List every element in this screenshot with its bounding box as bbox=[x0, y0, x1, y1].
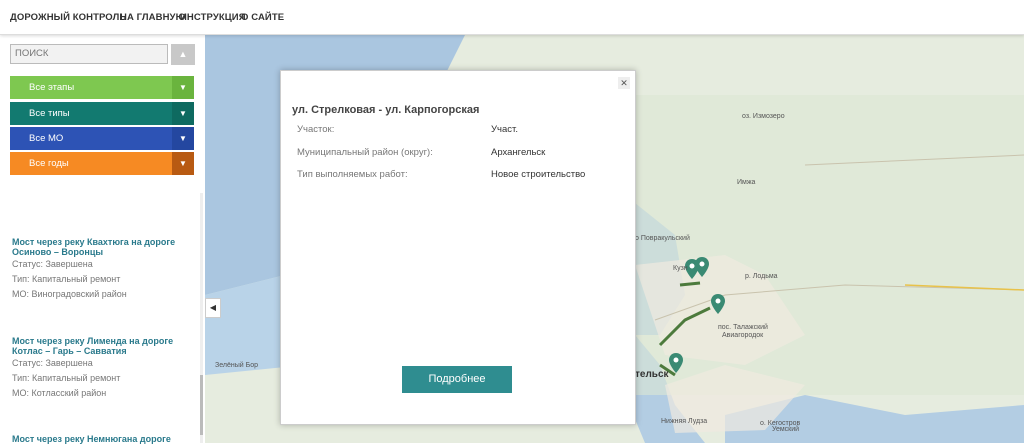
map-label: Имжа bbox=[737, 179, 756, 186]
nav-about-link[interactable]: О САЙТЕ bbox=[241, 12, 284, 23]
list-item[interactable]: Мост через реку Лименда на дороге Котлас… bbox=[12, 336, 192, 401]
details-button[interactable]: Подробнее bbox=[402, 366, 512, 393]
filter-stages-label: Все этапы bbox=[29, 82, 75, 93]
filter-types-label: Все типы bbox=[29, 108, 70, 119]
map-label: р. Лодьма bbox=[745, 273, 778, 280]
map-label: Авиагородок bbox=[722, 332, 764, 339]
chevron-down-icon: ▼ bbox=[172, 127, 194, 150]
list-item-mo: МО: Котласский район bbox=[12, 388, 107, 398]
map-label: Кузн bbox=[673, 265, 688, 272]
map-pin-icon[interactable] bbox=[711, 294, 725, 316]
nav-instructions-link[interactable]: ИНСТРУКЦИЯ bbox=[180, 12, 246, 23]
modal-row-value: Участ. bbox=[491, 124, 518, 135]
filter-mo-dropdown[interactable]: Все МО ▼ bbox=[10, 127, 194, 150]
map-label: оз. Измозеро bbox=[742, 113, 785, 120]
search-box: ▲ bbox=[10, 44, 195, 66]
list-item-title[interactable]: Мост через реку Лименда на дороге Котлас… bbox=[12, 336, 192, 356]
modal-row-label: Муниципальный район (округ): bbox=[297, 147, 433, 158]
search-button[interactable]: ▲ bbox=[171, 44, 195, 65]
nav-home-link[interactable]: НА ГЛАВНУЮ bbox=[120, 12, 185, 23]
modal-row-value: Архангельск bbox=[491, 147, 546, 158]
chevron-left-icon: ◀ bbox=[209, 303, 217, 312]
list-item-type: Тип: Капитальный ремонт bbox=[12, 274, 121, 284]
map-label: Нижняя Лудза bbox=[661, 418, 708, 425]
modal-title: ул. Стрелковая - ул. Карпогорская bbox=[292, 104, 480, 116]
filter-years-label: Все годы bbox=[29, 158, 69, 169]
chevron-down-icon: ▼ bbox=[172, 102, 194, 125]
nav-brand-link[interactable]: ДОРОЖНЫЙ КОНТРОЛЬ bbox=[10, 12, 126, 23]
filter-types-dropdown[interactable]: Все типы ▼ bbox=[10, 102, 194, 125]
top-navigation: ДОРОЖНЫЙ КОНТРОЛЬ НА ГЛАВНУЮ ИНСТРУКЦИЯ … bbox=[0, 0, 1024, 35]
map-label: о Повракульский bbox=[635, 235, 690, 242]
map-label: Уемский bbox=[772, 426, 800, 433]
map-label: пос. Талажский bbox=[718, 324, 768, 331]
chevron-down-icon: ▼ bbox=[172, 152, 194, 175]
modal-row-label: Участок: bbox=[297, 124, 335, 135]
list-item-title[interactable]: Мост через реку Квахтюга на дороге Осино… bbox=[12, 237, 192, 257]
chevron-down-icon: ▼ bbox=[172, 76, 194, 99]
filter-stages-dropdown[interactable]: Все этапы ▼ bbox=[10, 76, 194, 99]
sidebar: ▲ Все этапы ▼ Все типы ▼ Все МО ▼ Все го… bbox=[0, 35, 205, 444]
modal-row-label: Тип выполняемых работ: bbox=[297, 169, 408, 180]
list-item-status: Статус: Завершена bbox=[12, 358, 93, 368]
sidebar-scrollbar-thumb[interactable] bbox=[200, 375, 203, 435]
sidebar-collapse-button[interactable]: ◀ bbox=[205, 298, 221, 318]
chevron-up-icon: ▲ bbox=[178, 49, 188, 59]
modal-row-value: Новое строительство bbox=[491, 169, 586, 180]
map-pin-icon[interactable] bbox=[669, 353, 683, 375]
search-input[interactable] bbox=[10, 44, 168, 64]
list-item-mo: МО: Виноградовский район bbox=[12, 289, 127, 299]
map-label: тельск bbox=[635, 369, 669, 380]
map-pin-icon[interactable] bbox=[695, 257, 709, 279]
list-item[interactable]: Мост через реку Квахтюга на дороге Осино… bbox=[12, 237, 192, 302]
filter-years-dropdown[interactable]: Все годы ▼ bbox=[10, 152, 194, 175]
filter-mo-label: Все МО bbox=[29, 133, 64, 144]
close-icon[interactable]: ✕ bbox=[618, 77, 630, 89]
map-label: Зелёный Бор bbox=[215, 362, 258, 369]
list-item-status: Статус: Завершена bbox=[12, 259, 93, 269]
object-info-modal: ✕ ул. Стрелковая - ул. Карпогорская Учас… bbox=[280, 70, 636, 425]
list-item-type: Тип: Капитальный ремонт bbox=[12, 373, 121, 383]
